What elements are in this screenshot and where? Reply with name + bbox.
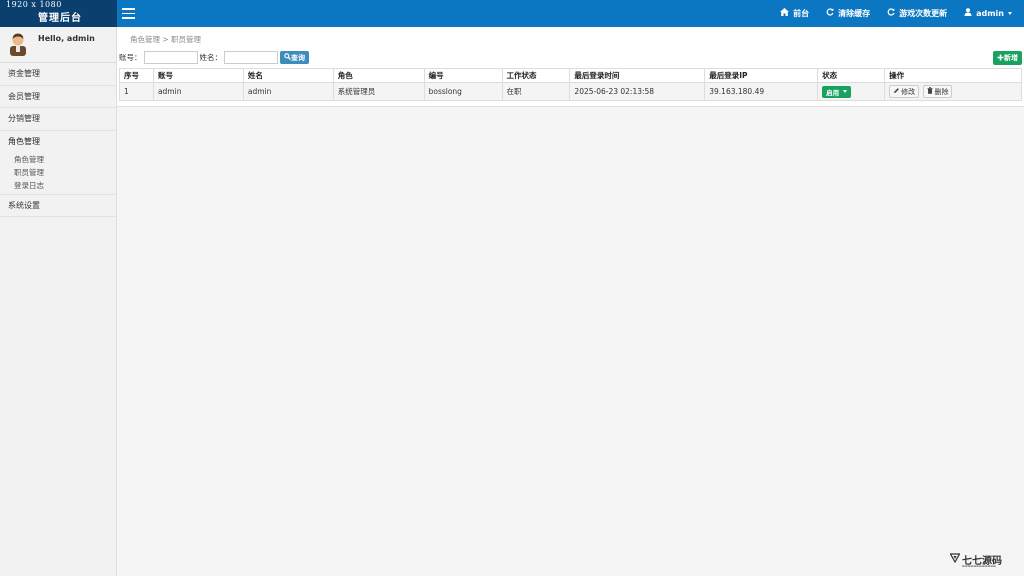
- sidebar-subitem-staff-management[interactable]: 职员管理: [0, 166, 116, 179]
- query-button-label: 查询: [291, 53, 305, 62]
- name-label: 姓名：: [199, 53, 223, 62]
- cell-work-status: 在职: [501, 82, 571, 101]
- nav-frontend-label: 前台: [793, 9, 810, 18]
- cell-no: 1: [119, 82, 154, 101]
- hamburger-menu-icon[interactable]: [122, 8, 135, 19]
- cell-account: admin: [152, 82, 244, 101]
- name-search-input[interactable]: [224, 51, 278, 64]
- cell-name: admin: [242, 82, 334, 101]
- cell-status: 启用: [817, 82, 886, 101]
- refresh-icon: [826, 8, 834, 19]
- sidebar-submenu: 角色管理 职员管理 登录日志: [0, 153, 116, 194]
- brand-logo[interactable]: 1920 x 1080 管理后台: [0, 0, 117, 27]
- top-nav-right: 前台 清除缓存 游戏次数更新 admin: [763, 0, 1012, 27]
- table-row: 1 admin admin 系统管理员 bosslong 在职 2025-06-…: [119, 82, 1022, 101]
- system-title: 管理后台: [38, 13, 82, 24]
- user-panel: Hello, admin: [0, 27, 116, 63]
- sidebar-item-funds[interactable]: 资金管理: [0, 63, 116, 86]
- status-button-label: 启用: [826, 88, 840, 97]
- cell-last-login-time: 2025-06-23 02:13:58: [569, 82, 706, 101]
- edit-button-label: 修改: [901, 87, 916, 96]
- nav-clear-cache-link[interactable]: 清除缓存: [826, 8, 870, 19]
- col-header-status: 状态: [817, 68, 886, 83]
- triangle-logo-icon: [949, 553, 961, 564]
- avatar: [8, 32, 28, 56]
- status-dropdown-button[interactable]: 启用: [822, 85, 852, 98]
- user-dropdown-label: admin: [976, 9, 1004, 18]
- account-label: 账号：: [119, 53, 142, 62]
- table-header-row: 序号 账号 姓名 角色 编号 工作状态 最后登录时间 最后登录IP 状态 操作: [119, 68, 1022, 83]
- content-panel: 角色管理 > 职员管理 账号： 姓名： 查询 新增 序号 账号 姓名 角色 编号…: [117, 27, 1024, 107]
- pencil-icon: [893, 87, 900, 96]
- cell-actions: 修改 删除: [884, 82, 1022, 101]
- search-form: 账号： 姓名： 查询: [119, 51, 309, 64]
- account-search-input[interactable]: [143, 51, 198, 64]
- add-button-label: 新增: [1004, 54, 1018, 62]
- greeting-text: Hello, admin: [38, 34, 95, 43]
- plus-icon: [997, 54, 1004, 63]
- search-icon: [284, 53, 291, 62]
- delete-button[interactable]: 删除: [923, 85, 953, 98]
- col-header-code: 编号: [423, 68, 503, 83]
- col-header-account: 账号: [152, 68, 244, 83]
- main-content: 角色管理 > 职员管理 账号： 姓名： 查询 新增 序号 账号 姓名 角色 编号…: [117, 27, 1024, 576]
- col-header-role: 角色: [332, 68, 425, 83]
- query-button[interactable]: 查询: [280, 51, 309, 64]
- col-header-actions: 操作: [884, 68, 1022, 83]
- nav-game-count-update-link[interactable]: 游戏次数更新: [887, 8, 947, 19]
- col-header-name: 姓名: [242, 68, 334, 83]
- sidebar-item-system-settings[interactable]: 系统设置: [0, 195, 116, 217]
- sidebar-item-distribution[interactable]: 分销管理: [0, 108, 116, 131]
- sidebar-item-roles[interactable]: 角色管理: [0, 131, 116, 153]
- sidebar: Hello, admin 资金管理 会员管理 分销管理 角色管理 角色管理 职员…: [0, 27, 117, 576]
- cell-last-login-ip: 39.163.180.49: [704, 82, 819, 101]
- trash-icon: [927, 87, 933, 96]
- user-dropdown[interactable]: admin: [964, 8, 1012, 19]
- nav-game-count-update-label: 游戏次数更新: [899, 9, 948, 18]
- col-header-work-status: 工作状态: [501, 68, 571, 83]
- watermark-logo: 七七源码 ▬▬▬▬▬▬▬▬▬▬▬▬: [949, 552, 1010, 570]
- col-header-last-login-ip: 最后登录IP: [704, 68, 819, 83]
- col-header-last-login-time: 最后登录时间: [569, 68, 706, 83]
- edit-button[interactable]: 修改: [889, 85, 920, 98]
- col-header-no: 序号: [119, 68, 154, 83]
- nav-clear-cache-label: 清除缓存: [838, 9, 871, 18]
- breadcrumb: 角色管理 > 职员管理: [130, 35, 202, 44]
- staff-table: 序号 账号 姓名 角色 编号 工作状态 最后登录时间 最后登录IP 状态 操作 …: [119, 68, 1022, 101]
- sidebar-subitem-role-management[interactable]: 角色管理: [0, 153, 116, 166]
- refresh-icon: [887, 8, 895, 19]
- sidebar-item-members[interactable]: 会员管理: [0, 86, 116, 108]
- nav-frontend-link[interactable]: 前台: [780, 8, 809, 19]
- home-icon: [780, 8, 790, 19]
- cell-role: 系统管理员: [332, 82, 425, 101]
- chevron-down-icon: [1008, 12, 1012, 15]
- sidebar-subitem-login-log[interactable]: 登录日志: [0, 179, 116, 192]
- resolution-text: 1920 x 1080: [6, 0, 62, 9]
- delete-button-label: 删除: [934, 87, 949, 96]
- cell-code: bosslong: [423, 82, 503, 101]
- add-button[interactable]: 新增: [993, 51, 1022, 65]
- chevron-down-icon: [843, 90, 848, 93]
- watermark-fineprint: ▬▬▬▬▬▬▬▬▬▬▬▬: [962, 564, 997, 568]
- sidebar-group-roles: 角色管理 角色管理 职员管理 登录日志: [0, 131, 116, 195]
- top-navbar: 1920 x 1080 管理后台 前台 清除缓存 游戏次数更新 admin: [0, 0, 1024, 27]
- user-icon: [964, 8, 972, 19]
